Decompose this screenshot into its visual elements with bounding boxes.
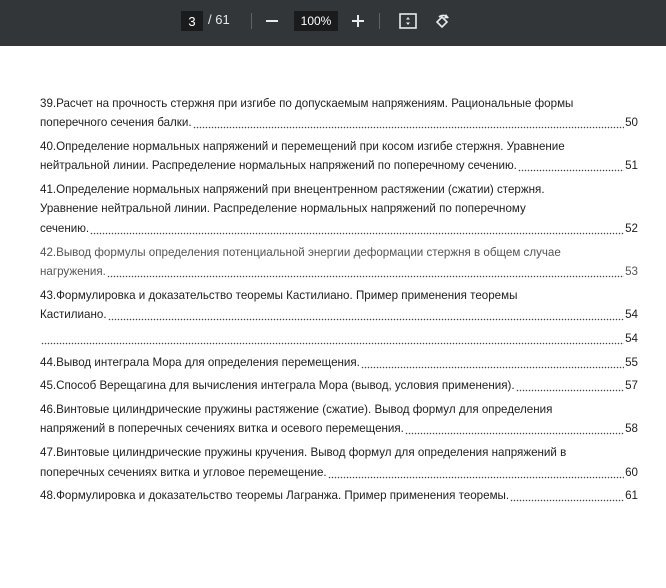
dot-leader xyxy=(41,328,625,349)
toc-text: 48.Формулировка и доказательство теоремы… xyxy=(40,489,510,503)
toc-text: 42.Вывод формулы определения потенциальн… xyxy=(40,245,561,259)
zoom-in-button[interactable] xyxy=(346,9,370,33)
toc-line: 42.Вывод формулы определения потенциальн… xyxy=(40,243,638,262)
divider xyxy=(379,13,380,29)
zoom-level-input[interactable]: 100% xyxy=(294,11,338,31)
dot-leader xyxy=(107,304,625,325)
toc-line: 54 xyxy=(40,328,638,349)
toc-entry[interactable]: 39.Расчет на прочность стержня при изгиб… xyxy=(40,94,638,133)
dot-leader xyxy=(404,419,625,439)
toc-page-number[interactable]: 53 xyxy=(625,262,638,281)
toc-line: нагружения. 53 xyxy=(40,261,638,282)
toc-entry[interactable]: 44.Вывод интеграла Мора для определения … xyxy=(40,352,638,372)
dot-leader xyxy=(90,218,625,239)
toc-line: сечению. 52 xyxy=(40,218,638,239)
toc-entry[interactable]: 40.Определение нормальных напряжений и п… xyxy=(40,137,638,176)
toc-entry[interactable]: 41.Определение нормальных напряжений при… xyxy=(40,180,638,239)
toc-line: 44.Вывод интеграла Мора для определения … xyxy=(40,352,638,372)
plus-icon xyxy=(352,15,364,27)
toc-line: поперечных сечениях витка и угловое пере… xyxy=(40,462,638,482)
toc-line: 41.Определение нормальных напряжений при… xyxy=(40,180,638,199)
toc-entry[interactable]: 45.Способ Верещагина для вычисления инте… xyxy=(40,376,638,396)
toc-line: нейтральной линии. Распределение нормаль… xyxy=(40,156,638,176)
toc-line: напряжений в поперечных сечениях витка и… xyxy=(40,419,638,439)
toc-entry[interactable]: 42.Вывод формулы определения потенциальн… xyxy=(40,243,638,282)
toc-line: 48.Формулировка и доказательство теоремы… xyxy=(40,486,638,506)
toc-page-number[interactable]: 58 xyxy=(625,419,638,438)
dot-leader xyxy=(510,486,625,506)
toc-text: Уравнение нейтральной линии. Распределен… xyxy=(40,202,526,216)
toc-entry[interactable]: 47.Винтовые цилиндрические пружины круче… xyxy=(40,443,638,482)
toc-text: поперечных сечениях витка и угловое пере… xyxy=(40,465,327,479)
toc-page-number[interactable]: 50 xyxy=(625,113,638,132)
toc-entry[interactable]: 48.Формулировка и доказательство теоремы… xyxy=(40,486,638,506)
page-number-input[interactable]: 3 xyxy=(181,11,203,31)
toc-text: 39.Расчет на прочность стержня при изгиб… xyxy=(40,97,574,110)
toc-text: нагружения. xyxy=(40,264,106,278)
toc-entry[interactable]: 46.Винтовые цилиндрические пружины растя… xyxy=(40,400,638,439)
zoom-out-button[interactable] xyxy=(260,9,284,33)
toc-text: 44.Вывод интеграла Мора для определения … xyxy=(40,355,360,369)
dot-leader xyxy=(360,352,625,372)
rotate-button[interactable] xyxy=(430,9,454,33)
toc-page-number[interactable]: 55 xyxy=(625,353,638,372)
toc-line: 45.Способ Верещагина для вычисления инте… xyxy=(40,376,638,396)
toc-line: Уравнение нейтральной линии. Распределен… xyxy=(40,199,638,218)
toc-text: 47.Винтовые цилиндрические пружины круче… xyxy=(40,446,567,460)
toc-page-number[interactable]: 54 xyxy=(625,305,638,324)
toc-line: Кастилиано. 54 xyxy=(40,304,638,325)
toc-text: поперечного сечения балки. xyxy=(40,116,192,130)
toc-text: Кастилиано. xyxy=(40,307,107,321)
toc-entry[interactable]: 54 xyxy=(40,328,638,349)
dot-leader xyxy=(515,376,625,396)
toc-text: нейтральной линии. Распределение нормаль… xyxy=(40,159,517,173)
dot-leader xyxy=(327,462,625,482)
toc-text: 45.Способ Верещагина для вычисления инте… xyxy=(40,379,515,393)
toc-page-number[interactable]: 51 xyxy=(625,156,638,175)
toc-text: 40.Определение нормальных напряжений и п… xyxy=(40,140,565,154)
fit-page-icon xyxy=(399,13,417,29)
toc-page-number[interactable]: 54 xyxy=(625,329,638,348)
toc-line: 40.Определение нормальных напряжений и п… xyxy=(40,137,638,156)
minus-icon xyxy=(266,20,278,22)
toc-page-number[interactable]: 61 xyxy=(625,486,638,505)
toc-line: 39.Расчет на прочность стержня при изгиб… xyxy=(40,94,638,113)
rotate-icon xyxy=(435,14,449,29)
toc-line: 47.Винтовые цилиндрические пружины круче… xyxy=(40,443,638,462)
dot-leader xyxy=(517,156,625,176)
pdf-toolbar: 3 / 61 100% xyxy=(0,0,666,46)
toc-text: напряжений в поперечных сечениях витка и… xyxy=(40,422,404,436)
toc-text: сечению. xyxy=(40,221,90,235)
toc-page-number[interactable]: 60 xyxy=(625,463,638,482)
toc-page-number[interactable]: 57 xyxy=(625,376,638,395)
table-of-contents: 39.Расчет на прочность стержня при изгиб… xyxy=(40,94,638,510)
toc-entry[interactable]: 43.Формулировка и доказательство теоремы… xyxy=(40,286,638,325)
toc-page-number[interactable]: 52 xyxy=(625,219,638,238)
toc-text: 46.Винтовые цилиндрические пружины растя… xyxy=(40,403,553,417)
dot-leader xyxy=(192,113,625,133)
toc-line: поперечного сечения балки. 50 xyxy=(40,113,638,133)
total-pages: / 61 xyxy=(208,12,230,27)
toc-line: 43.Формулировка и доказательство теоремы… xyxy=(40,286,638,305)
toc-text: 43.Формулировка и доказательство теоремы… xyxy=(40,288,518,302)
dot-leader xyxy=(106,261,625,282)
toc-line: 46.Винтовые цилиндрические пружины растя… xyxy=(40,400,638,419)
divider xyxy=(251,13,252,29)
fit-to-page-button[interactable] xyxy=(396,9,420,33)
toc-text: 41.Определение нормальных напряжений при… xyxy=(40,183,545,197)
